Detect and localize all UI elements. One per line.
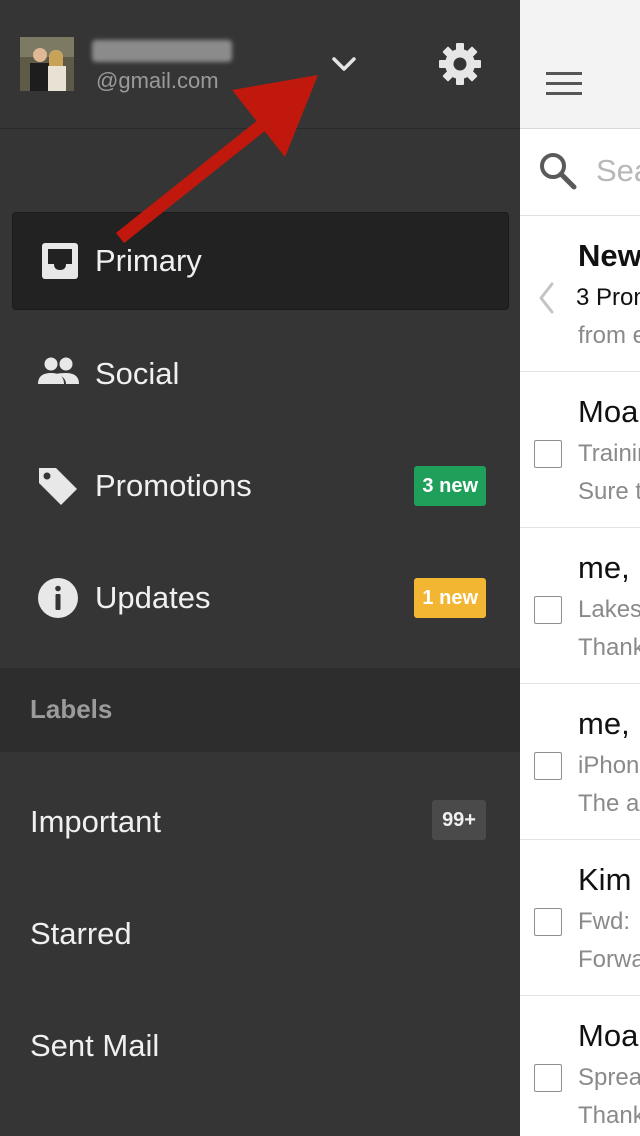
drawer-item-label: Starred — [30, 916, 132, 951]
chevron-left-icon — [536, 280, 556, 316]
email-row[interactable]: me, Lakes Thank — [520, 528, 640, 684]
email-subject: Fwd: — [578, 908, 631, 935]
drawer-item-updates[interactable]: Updates 1 new — [0, 542, 520, 654]
account-email: @gmail.com — [96, 68, 219, 93]
drawer-item-label: Sent Mail — [30, 1028, 160, 1063]
email-select-checkbox[interactable] — [534, 596, 562, 624]
app-toolbar — [520, 0, 640, 129]
email-row[interactable]: Kim Fwd: Forwa — [520, 840, 640, 996]
drawer-item-important[interactable]: Important 99+ — [0, 766, 520, 878]
search-bar[interactable]: Sea — [520, 129, 640, 216]
drawer-item-social[interactable]: Social — [0, 318, 520, 430]
search-input[interactable]: Sea — [596, 153, 640, 189]
email-select-checkbox[interactable] — [534, 440, 562, 468]
email-select-checkbox[interactable] — [534, 752, 562, 780]
email-subject: Trainin — [578, 440, 640, 467]
bundle-title: New — [578, 238, 640, 273]
email-sender: Moa — [578, 1018, 639, 1053]
people-icon — [36, 350, 80, 394]
email-subject: Lakes — [578, 596, 640, 623]
email-row[interactable]: Moa Sprea Thank — [520, 996, 640, 1136]
avatar[interactable] — [20, 37, 74, 91]
new-count-badge: 3 new — [414, 466, 486, 506]
unread-count-badge: 99+ — [432, 800, 486, 840]
labels-header-text: Labels — [30, 694, 113, 724]
email-row[interactable]: me, iPhon The a — [520, 684, 640, 840]
inbox-icon — [39, 240, 83, 284]
promotions-bundle-row[interactable]: New 3 Pron from e — [520, 216, 640, 372]
email-select-checkbox[interactable] — [534, 908, 562, 936]
drawer-item-label: Primary — [95, 243, 202, 278]
email-sender: me, — [578, 550, 630, 585]
drawer-item-starred[interactable]: Starred — [0, 878, 520, 990]
email-snippet: Thank — [578, 1102, 640, 1129]
email-select-checkbox[interactable] — [534, 1064, 562, 1092]
drawer-item-label: Social — [95, 356, 180, 391]
drawer-item-label: Updates — [95, 580, 211, 615]
email-subject: iPhon — [578, 752, 640, 779]
drawer-item-primary[interactable]: Primary — [12, 212, 509, 310]
account-name-redacted — [92, 40, 232, 62]
email-sender: Moa — [578, 394, 639, 429]
drawer-item-promotions[interactable]: Promotions 3 new — [0, 430, 520, 542]
bundle-from: from e — [578, 322, 640, 349]
account-header: @gmail.com — [0, 0, 520, 129]
email-snippet: Sure t — [578, 478, 640, 505]
navigation-drawer: @gmail.com Primary Social Promotions 3 n… — [0, 0, 520, 1136]
email-sender: Kim — [578, 862, 632, 897]
new-count-badge: 1 new — [414, 578, 486, 618]
drawer-item-sent-mail[interactable]: Sent Mail — [0, 990, 520, 1102]
settings-gear-icon[interactable] — [436, 40, 484, 88]
account-switcher-chevron-icon[interactable] — [324, 44, 364, 84]
email-sender: me, — [578, 706, 630, 741]
bundle-subtitle: 3 Pron — [576, 284, 640, 311]
info-icon — [36, 576, 80, 620]
email-snippet: Thank — [578, 634, 640, 661]
drawer-item-label: Promotions — [95, 468, 252, 503]
search-icon — [538, 151, 578, 191]
hamburger-menu-icon[interactable] — [546, 72, 582, 100]
labels-section-header: Labels — [0, 668, 520, 752]
drawer-item-label: Important — [30, 804, 161, 839]
inbox-panel: Sea New 3 Pron from e Moa Trainin Sure t… — [520, 0, 640, 1136]
email-snippet: The a — [578, 790, 640, 817]
email-row[interactable]: Moa Trainin Sure t — [520, 372, 640, 528]
email-subject: Sprea — [578, 1064, 640, 1091]
tag-icon — [36, 464, 80, 508]
email-snippet: Forwa — [578, 946, 640, 973]
